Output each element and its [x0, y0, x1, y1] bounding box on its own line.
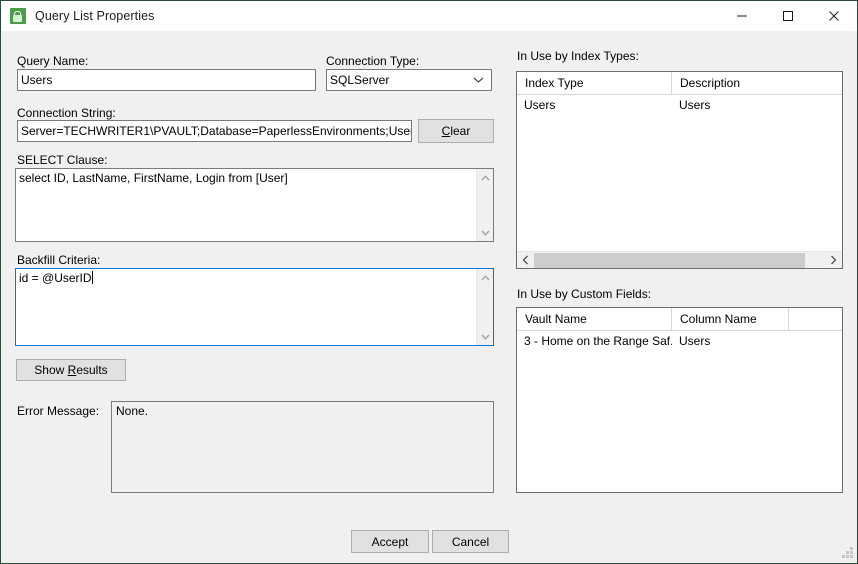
query-name-input[interactable]: Users	[17, 69, 316, 91]
backfill-criteria-value: id = @UserID	[19, 271, 92, 285]
connection-type-label: Connection Type:	[326, 54, 420, 68]
index-types-header: Index Type Description	[517, 72, 842, 95]
title-bar[interactable]: Query List Properties	[1, 1, 857, 31]
table-row[interactable]: Users Users	[517, 95, 842, 116]
maximize-button[interactable]	[765, 1, 811, 31]
chevron-down-icon	[473, 73, 484, 88]
select-clause-scrollbar[interactable]	[476, 169, 493, 241]
cell-column-name: Users	[679, 334, 711, 348]
error-message-label: Error Message:	[17, 404, 100, 418]
backfill-criteria-value-wrap: id = @UserID	[19, 271, 473, 286]
table-row[interactable]: 3 - Home on the Range Saf... Users	[517, 331, 842, 352]
select-clause-value: select ID, LastName, FirstName, Login fr…	[19, 171, 288, 185]
maximize-icon	[783, 11, 793, 21]
select-clause-textarea[interactable]: select ID, LastName, FirstName, Login fr…	[15, 168, 494, 242]
cell-extra	[789, 331, 842, 352]
backfill-criteria-label: Backfill Criteria:	[17, 253, 101, 267]
custom-fields-header: Vault Name Column Name	[517, 308, 842, 331]
column-header-column-name[interactable]: Column Name	[672, 308, 789, 330]
close-icon	[829, 11, 839, 21]
backfill-criteria-scrollbar[interactable]	[476, 269, 493, 345]
connection-string-input[interactable]: Server=TECHWRITER1\PVAULT;Database=Paper…	[17, 120, 412, 142]
column-header-description[interactable]: Description	[672, 72, 842, 94]
scroll-up-icon[interactable]	[477, 269, 494, 286]
resize-grip[interactable]	[841, 547, 854, 560]
window-controls	[719, 1, 857, 31]
text-caret	[91, 271, 93, 284]
custom-fields-label: In Use by Custom Fields:	[517, 287, 652, 301]
error-message-box: None.	[111, 401, 494, 493]
window-title: Query List Properties	[35, 9, 155, 23]
column-header-index-type[interactable]: Index Type	[517, 72, 672, 94]
accept-button[interactable]: Accept	[351, 530, 429, 553]
connection-type-select[interactable]: SQLServer	[326, 69, 492, 91]
connection-type-value: SQLServer	[330, 73, 390, 87]
query-name-label: Query Name:	[17, 54, 89, 68]
scroll-down-icon[interactable]	[477, 328, 494, 345]
scrollbar-thumb[interactable]	[534, 253, 805, 268]
clear-button-label: Clear	[441, 124, 471, 138]
clear-button[interactable]: Clear	[418, 119, 494, 143]
index-types-listview[interactable]: Index Type Description Users Users	[516, 71, 843, 269]
close-button[interactable]	[811, 1, 857, 31]
index-types-label: In Use by Index Types:	[517, 49, 639, 63]
minimize-button[interactable]	[719, 1, 765, 31]
cell-index-type: Users	[524, 98, 556, 112]
chevron-left-icon[interactable]	[517, 252, 534, 268]
cell-description: Users	[679, 98, 711, 112]
minimize-icon	[737, 15, 747, 17]
query-list-properties-dialog: Query List Properties Query Name: Users …	[0, 0, 858, 564]
chevron-right-icon[interactable]	[825, 252, 842, 268]
custom-fields-listview[interactable]: Vault Name Column Name 3 - Home on the R…	[516, 307, 843, 493]
show-results-button-label: Show Results	[34, 363, 108, 377]
column-header-vault-name[interactable]: Vault Name	[517, 308, 672, 330]
scroll-down-icon[interactable]	[477, 224, 494, 241]
cancel-button[interactable]: Cancel	[432, 530, 509, 553]
scroll-up-icon[interactable]	[477, 169, 494, 186]
show-results-button[interactable]: Show Results	[16, 359, 126, 381]
cell-vault-name: 3 - Home on the Range Saf...	[524, 334, 672, 348]
connection-string-label: Connection String:	[17, 106, 116, 120]
query-list-icon	[10, 8, 26, 24]
column-header-extra[interactable]	[789, 308, 842, 330]
backfill-criteria-textarea[interactable]: id = @UserID	[15, 268, 494, 346]
index-types-horizontal-scrollbar[interactable]	[517, 251, 842, 268]
select-clause-label: SELECT Clause:	[17, 153, 108, 167]
